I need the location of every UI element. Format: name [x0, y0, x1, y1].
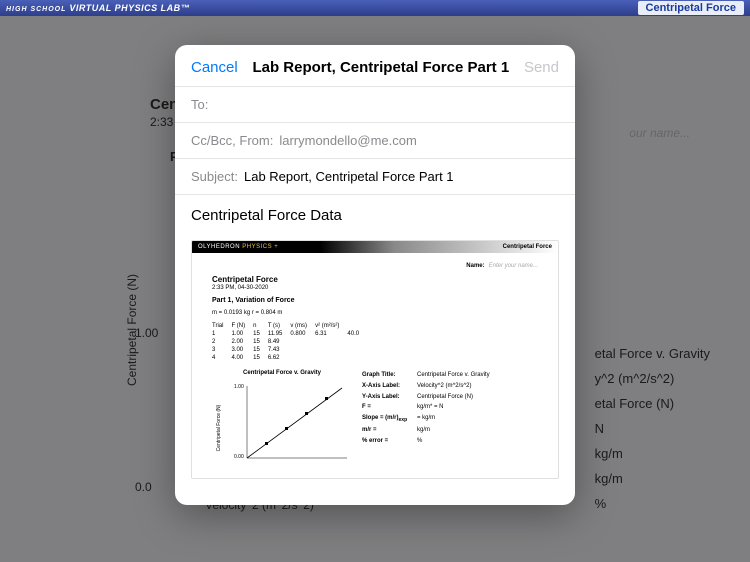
- attachment-preview[interactable]: OLYHEDRON PHYSICS + Centripetal Force Na…: [191, 240, 559, 479]
- att-name-label: Name:: [466, 263, 484, 269]
- chart-ylabel: Centripetal Force (N): [216, 404, 222, 451]
- send-button[interactable]: Send: [524, 59, 559, 76]
- att-part: Part 1, Variation of Force: [212, 297, 538, 304]
- meta-gtitle-k: Graph Title:: [362, 370, 417, 381]
- att-meta: Graph Title:Centripetal Force v. Gravity…: [362, 370, 490, 468]
- from-email: larrymondello@me.com: [279, 133, 416, 148]
- bg-r2: etal Force (N): [595, 396, 710, 411]
- subject-label: Subject:: [191, 169, 238, 184]
- th-f: F (N): [231, 322, 253, 330]
- meta-y-v: Centripetal Force (N): [417, 392, 473, 403]
- bg-r0: etal Force v. Gravity: [595, 346, 710, 361]
- table-row: 33.00157.43: [212, 346, 367, 354]
- th-n: n: [253, 322, 268, 330]
- att-banner-left: OLYHEDRON PHYSICS +: [198, 244, 278, 250]
- meta-x-k: X-Axis Label:: [362, 381, 417, 392]
- meta-f-k: F =: [362, 402, 417, 413]
- email-compose-modal: Cancel Lab Report, Centripetal Force Par…: [175, 45, 575, 505]
- att-data-table: Trial F (N) n T (s) v (ms) v² (m²/s²) 11…: [212, 322, 367, 362]
- chart-svg: 1.00 0.00 Centripetal Force (N): [212, 378, 352, 468]
- att-brand-a: OLYHEDRON: [198, 244, 240, 250]
- th-v2: v² (m²/s²): [315, 322, 347, 330]
- bg-r3: N: [595, 421, 710, 436]
- bg-r1: y^2 (m^2/s^2): [595, 371, 710, 386]
- subject-field[interactable]: Subject: Lab Report, Centripetal Force P…: [175, 159, 575, 195]
- att-banner: OLYHEDRON PHYSICS + Centripetal Force: [192, 241, 558, 253]
- att-name-row: Name: Enter your name...: [212, 263, 538, 269]
- bg-right-labels: etal Force v. Gravity y^2 (m^2/s^2) etal…: [595, 336, 710, 521]
- table-row: 44.00156.62: [212, 354, 367, 362]
- to-field[interactable]: To:: [175, 87, 575, 123]
- att-chart-title: Centripetal Force v. Gravity: [212, 370, 352, 376]
- meta-mr-k: m/r =: [362, 425, 417, 436]
- chart-ybot: 0.00: [234, 454, 244, 460]
- meta-slope-v: = kg/m: [417, 413, 435, 425]
- att-brand-b: PHYSICS: [242, 244, 272, 250]
- table-header-row: Trial F (N) n T (s) v (ms) v² (m²/s²): [212, 322, 367, 330]
- banner-prefix: HIGH SCHOOL: [6, 6, 66, 13]
- att-title: Centripetal Force: [212, 275, 538, 284]
- bg-r4: kg/m: [595, 446, 710, 461]
- th-t: T (s): [268, 322, 291, 330]
- banner-main: VIRTUAL PHYSICS LAB™: [69, 3, 190, 13]
- att-lower: Centripetal Force v. Gravity 1.00 0.00 C…: [212, 370, 538, 468]
- chart-ytop: 1.00: [234, 384, 244, 390]
- table-row: 11.001511.950.8006.3140.0: [212, 330, 367, 338]
- table-row: 22.00158.49: [212, 338, 367, 346]
- email-body-title[interactable]: Centripetal Force Data: [175, 195, 575, 236]
- att-name-placeholder: Enter your name...: [489, 263, 538, 269]
- att-timestamp: 2:33 PM, 04-30-2020: [212, 285, 538, 291]
- meta-err-k: % error =: [362, 436, 417, 447]
- meta-slope-k: Slope = (m/r)exp: [362, 413, 417, 425]
- th-trial: Trial: [212, 322, 231, 330]
- att-chart: Centripetal Force v. Gravity 1.00 0.00 C…: [212, 370, 352, 468]
- cc-label: Cc/Bcc, From:: [191, 133, 273, 148]
- modal-title: Lab Report, Centripetal Force Part 1: [252, 59, 509, 76]
- meta-y-k: Y-Axis Label:: [362, 392, 417, 403]
- modal-header: Cancel Lab Report, Centripetal Force Par…: [175, 45, 575, 87]
- cc-from-field[interactable]: Cc/Bcc, From: larrymondello@me.com: [175, 123, 575, 159]
- th-v: v (ms): [290, 322, 315, 330]
- meta-gtitle-v: Centripetal Force v. Gravity: [417, 370, 490, 381]
- cancel-button[interactable]: Cancel: [191, 59, 238, 76]
- bg-name-placeholder: our name...: [629, 126, 690, 140]
- att-m-line: m = 0.0193 kg r = 0.804 m: [212, 310, 538, 316]
- att-topic: Centripetal Force: [503, 244, 552, 250]
- bg-r5: kg/m: [595, 471, 710, 486]
- att-content: Name: Enter your name... Centripetal For…: [192, 253, 558, 478]
- to-label: To:: [191, 97, 208, 112]
- meta-f-v: kg/m* = N: [417, 402, 444, 413]
- meta-mr-v: kg/m: [417, 425, 430, 436]
- banner-title: HIGH SCHOOL VIRTUAL PHYSICS LAB™: [6, 3, 190, 13]
- meta-err-v: %: [417, 436, 422, 447]
- bg-ylabel: Centripetal Force (N): [125, 274, 139, 386]
- att-brand-c: +: [274, 244, 278, 250]
- bg-r6: %: [595, 496, 710, 511]
- app-banner: HIGH SCHOOL VIRTUAL PHYSICS LAB™ Centrip…: [0, 0, 750, 16]
- meta-x-v: Velocity^2 (m^2/s^2): [417, 381, 471, 392]
- subject-value: Lab Report, Centripetal Force Part 1: [244, 169, 454, 184]
- banner-topic: Centripetal Force: [638, 1, 744, 15]
